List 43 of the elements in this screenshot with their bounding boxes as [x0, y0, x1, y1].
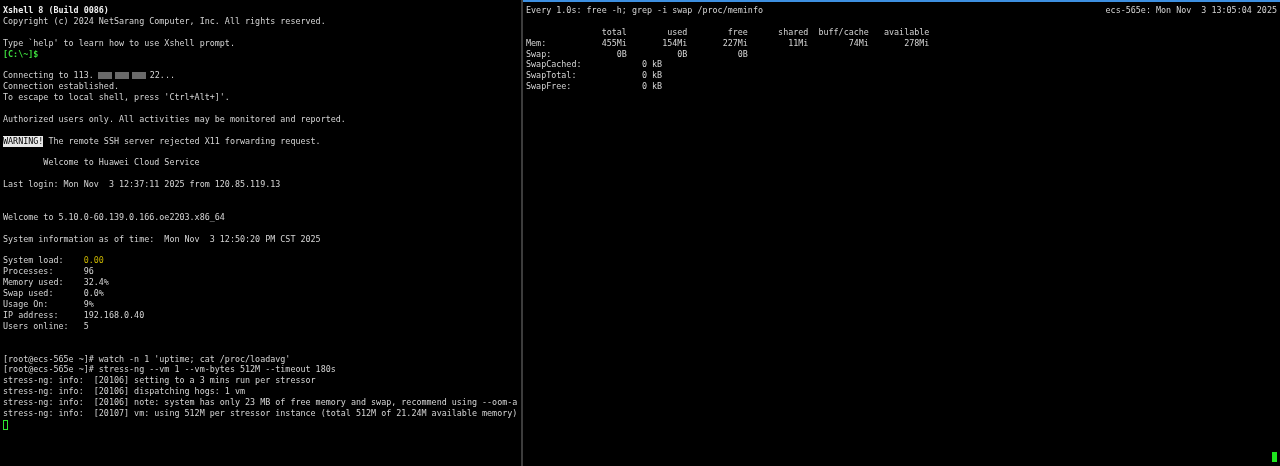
warning-label: WARNING!: [3, 135, 44, 147]
terminal-text: Users online:: [3, 320, 70, 332]
terminal-text: total used free shared buff/cache available: [600, 26, 930, 38]
terminal-text: Copyright (c) 2024 NetSarang Computer, Inc. All rights reserved.: [3, 15, 326, 27]
terminal-text: IP address:: [3, 309, 60, 321]
terminal-text: Connection established.: [3, 81, 119, 93]
terminal-text: SwapFree: 0 kB: [526, 81, 663, 93]
terminal-text: Welcome to Huawei Cloud Service: [42, 157, 200, 169]
terminal-text: Memory used:: [3, 277, 65, 289]
terminal-text: Processes:: [3, 266, 55, 278]
terminal-text: Authorized users only. All activities may be monitored and reported.: [3, 113, 346, 125]
terminal-text: stress-ng: info: [20106] setting to a 3 mins run per stressor: [3, 375, 316, 387]
terminal-text: Swap used:: [3, 288, 55, 300]
terminal-text: stress-ng: info: [20106] dispatching hogs: 1 vm: [3, 386, 246, 398]
terminal-text: 32.4%: [83, 277, 109, 289]
terminal-text: 192.168.0.40: [83, 309, 145, 321]
terminal-text: [root@ecs-565e ~]# watch -n 1 'uptime; cat /proc/loadavg': [3, 353, 291, 365]
terminal-text: System information as of time: Mon Nov 3 12:50:20 PM CST 2025: [3, 233, 321, 245]
terminal-text: 5: [83, 320, 89, 332]
terminal-title: Xshell 8 (Build 0086): [3, 5, 109, 16]
terminal-text: Type `help' to learn how to use Xshell prompt.: [3, 37, 235, 49]
terminal-text: 22...: [149, 70, 175, 82]
terminal-text: Last login: Mon Nov 3 12:37:11 2025 from 120.85.119.13: [3, 179, 281, 191]
terminal-text: The remote SSH server rejected X11 forwarding request.: [47, 135, 321, 147]
prompt-text: [C:\~]$: [3, 48, 39, 60]
terminal-text: Connecting to 113.: [3, 70, 94, 82]
terminal-text: SwapTotal: 0 kB: [526, 70, 663, 82]
terminal-text: 9%: [83, 299, 94, 310]
terminal-text: stress-ng: info: [20106] note: system has only 23 MB of free memory and swap, recommend using --oom-a: [3, 397, 518, 408]
terminal-text: Mem: 455Mi 154Mi 227Mi 11Mi 74Mi 278Mi: [526, 37, 930, 49]
terminal-text: 0.0%: [83, 288, 104, 300]
terminal-text: System load:: [3, 255, 65, 267]
watch-command: Every 1.0s: free -h; grep -i swap /proc/meminfo: [526, 5, 763, 16]
load-value: 0.00: [83, 255, 104, 267]
terminal-text: stress-ng: info: [20107] vm: using 512M per stressor instance (total 512M of 21.24M available memory): [3, 407, 518, 419]
terminal-text: Swap: 0B 0B 0B: [526, 48, 748, 60]
terminal-text: Usage On:: [3, 299, 50, 310]
terminal-text: To escape to local shell, press 'Ctrl+Alt+]'.: [3, 92, 230, 103]
terminal-text: Welcome to 5.10.0-60.139.0.166.oe2203.x86_64: [3, 211, 225, 223]
watch-timestamp: ecs-565e: Mon Nov 3 13:05:04 2025: [1105, 5, 1277, 16]
terminal-text: 96: [83, 266, 94, 278]
terminal-text: SwapCached: 0 kB: [526, 59, 663, 71]
terminal-text: [root@ecs-565e ~]# stress-ng --vm 1 --vm-bytes 512M --timeout 180s: [3, 364, 336, 376]
